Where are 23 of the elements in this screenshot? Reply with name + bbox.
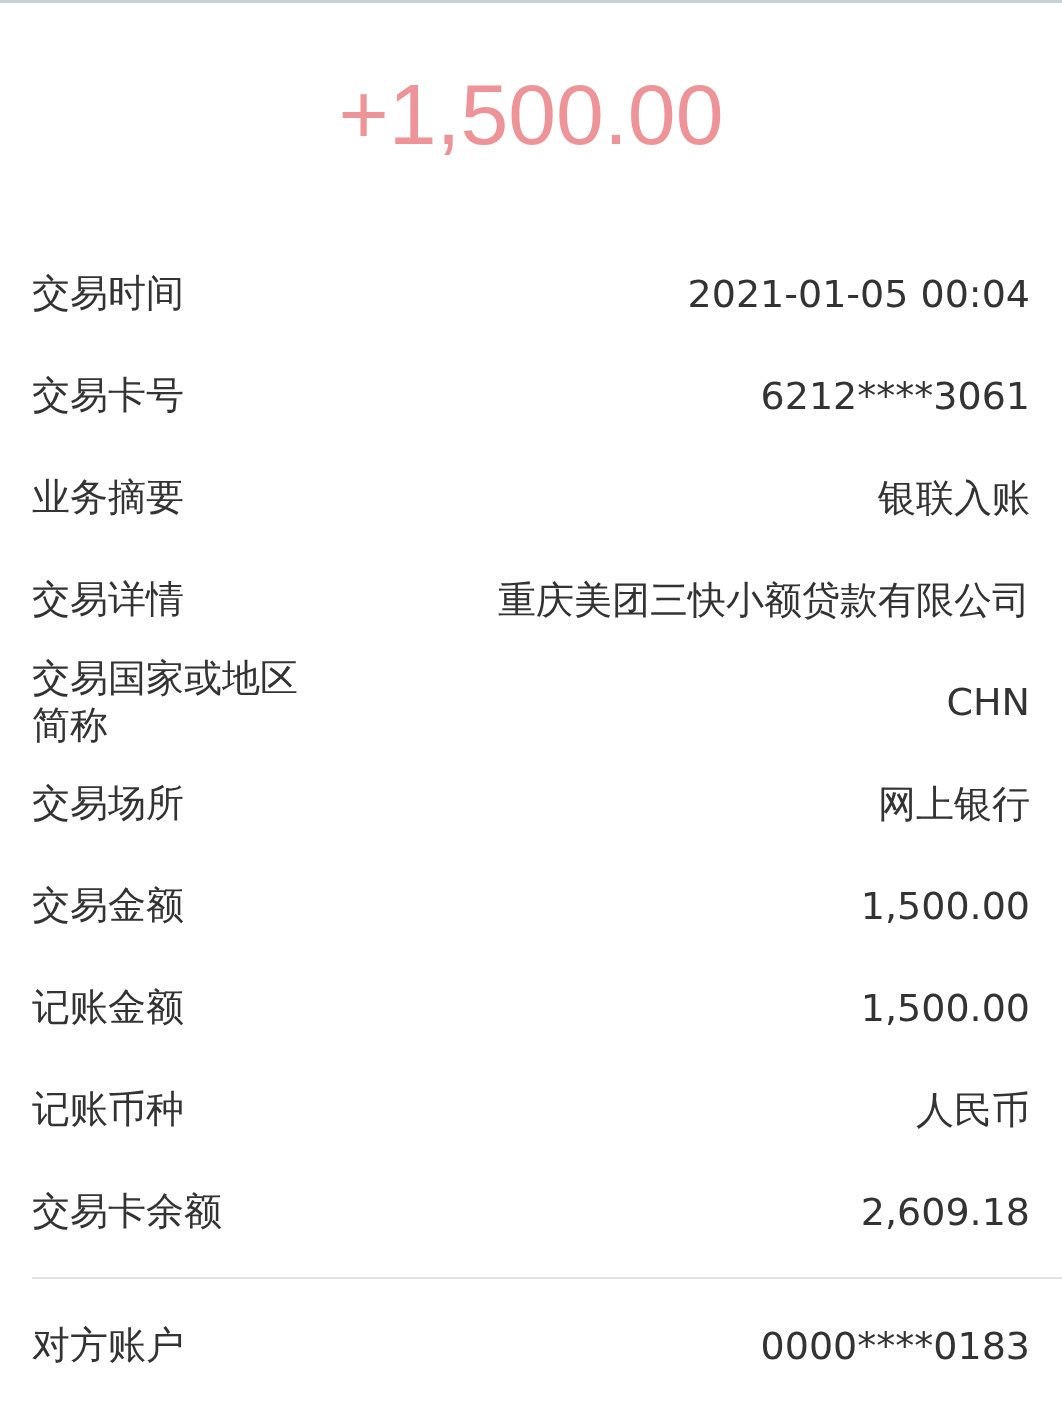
field-label: 交易国家或地区简称	[32, 654, 299, 749]
field-label: 交易时间	[32, 270, 184, 318]
field-value: 2,609.18	[860, 1190, 1030, 1234]
field-label: 交易详情	[32, 576, 184, 624]
field-value: 2021-01-05 00:04	[687, 272, 1030, 316]
field-value: CHN	[946, 680, 1030, 724]
field-label: 交易卡余额	[32, 1188, 222, 1236]
field-label: 交易卡号	[32, 372, 184, 420]
field-label: 记账金额	[32, 984, 184, 1032]
field-value: 1,500.00	[860, 884, 1030, 928]
transaction-amount: +1,500.00	[338, 71, 724, 157]
field-value: 1,500.00	[860, 986, 1030, 1030]
field-label: 对方账户	[32, 1322, 184, 1370]
field-label: 业务摘要	[32, 474, 184, 522]
field-label: 交易场所	[32, 780, 184, 828]
field-value: 重庆美团三快小额贷款有限公司	[498, 576, 1030, 624]
field-value: 银联入账	[878, 474, 1030, 522]
field-label: 交易金额	[32, 882, 184, 930]
field-value: 网上银行	[878, 780, 1030, 828]
field-label: 记账币种	[32, 1086, 184, 1134]
field-value: 人民币	[916, 1086, 1030, 1134]
field-value: 6212****3061	[760, 374, 1030, 418]
field-value: 0000****0183	[760, 1324, 1030, 1368]
